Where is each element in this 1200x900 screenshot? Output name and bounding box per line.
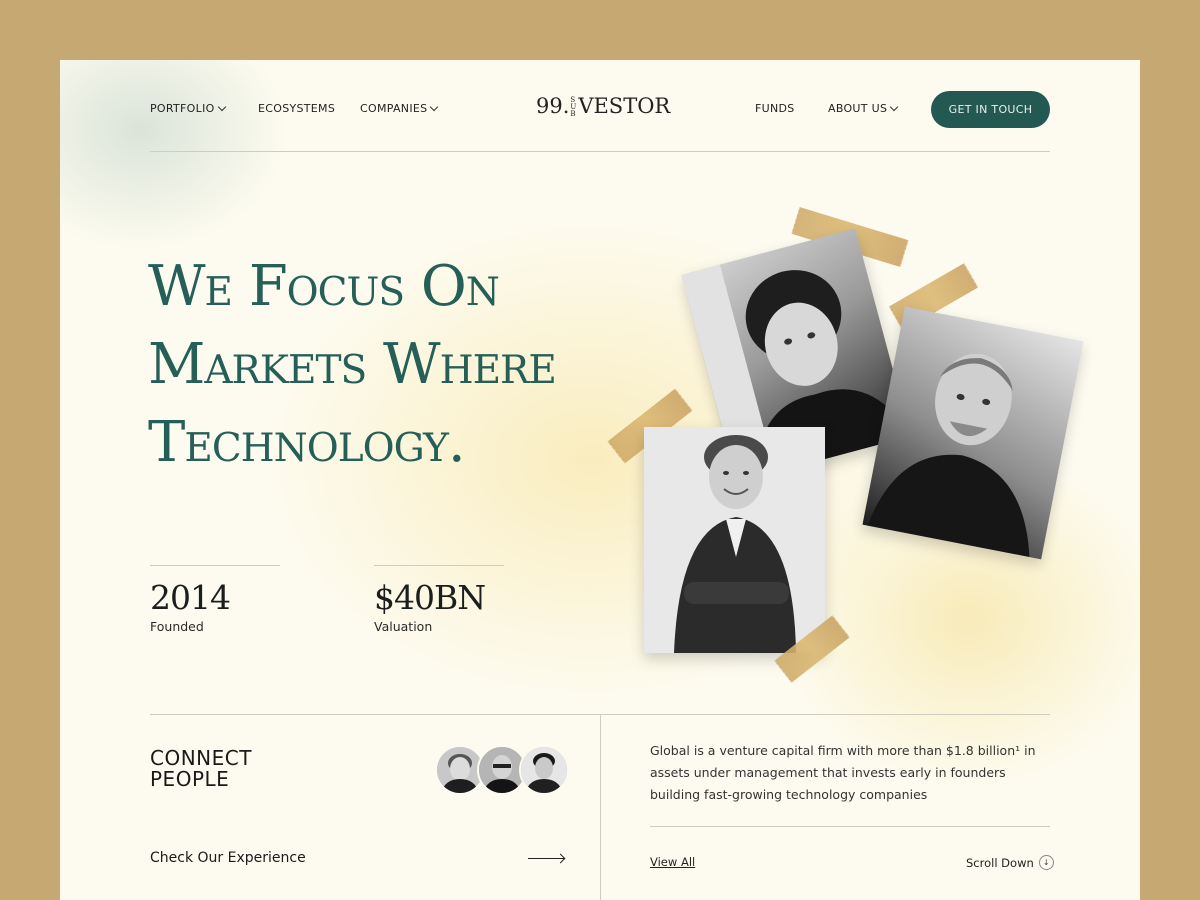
nav-ecosystems-label: ECOSYSTEMS — [258, 102, 336, 115]
check-experience-link[interactable]: Check Our Experience — [150, 850, 306, 866]
avatar-figure — [521, 747, 567, 793]
avatar[interactable] — [519, 745, 569, 795]
connect-title-line: CONNECT — [150, 746, 252, 770]
stat-divider — [374, 565, 504, 566]
stat-valuation-label: Valuation — [374, 619, 433, 634]
scroll-down-button[interactable]: Scroll Down ↓ — [966, 855, 1054, 870]
logo-sub-bot: B — [570, 110, 576, 118]
connect-people-title: CONNECT PEOPLE — [150, 748, 252, 790]
description-divider — [650, 826, 1050, 827]
nav-about-us-label: ABOUT US — [828, 102, 888, 115]
portrait-photo — [644, 427, 825, 653]
page-frame: PORTFOLIO ECOSYSTEMS COMPANIES 99. S U B… — [60, 60, 1140, 900]
connect-title-line: PEOPLE — [150, 767, 230, 791]
get-in-touch-button[interactable]: GET IN TOUCH — [931, 91, 1050, 128]
column-divider — [600, 715, 601, 900]
hero-heading: We Focus On Markets Where Technology. — [148, 248, 648, 482]
nav-funds-label: FUNDS — [755, 102, 795, 115]
stat-divider — [150, 565, 280, 566]
logo-suffix: VESTOR — [578, 94, 671, 118]
arrow-down-icon: ↓ — [1038, 855, 1054, 870]
nav-companies-label: COMPANIES — [360, 102, 428, 115]
portrait-figure — [674, 435, 796, 653]
hero-line: We Focus On — [148, 254, 500, 319]
stat-founded-label: Founded — [150, 619, 204, 634]
hero-line: Technology. — [148, 410, 466, 475]
nav-portfolio-label: PORTFOLIO — [150, 102, 215, 115]
nav-companies[interactable]: COMPANIES — [360, 102, 439, 115]
chevron-down-icon — [890, 102, 899, 112]
nav-ecosystems[interactable]: ECOSYSTEMS — [258, 102, 335, 115]
nav-portfolio[interactable]: PORTFOLIO — [150, 102, 226, 115]
nav-funds[interactable]: FUNDS — [755, 102, 795, 115]
arrow-right-icon[interactable] — [528, 858, 564, 860]
scroll-down-label: Scroll Down — [966, 855, 1034, 870]
chevron-down-icon — [217, 102, 226, 112]
chevron-down-icon — [430, 102, 439, 112]
avatar-group[interactable] — [435, 745, 569, 795]
stat-founded-value: 2014 — [150, 578, 231, 617]
header-divider — [150, 151, 1050, 152]
bg-glow — [60, 60, 300, 260]
view-all-link[interactable]: View All — [650, 855, 695, 869]
nav-about-us[interactable]: ABOUT US — [828, 102, 899, 115]
firm-description: Global is a venture capital firm with mo… — [650, 743, 1036, 802]
hero-line: Markets Where — [148, 332, 557, 397]
stat-valuation-value: $40BN — [374, 578, 486, 617]
logo-sub: S U B — [570, 97, 576, 118]
logo-prefix: 99. — [536, 94, 570, 118]
site-logo[interactable]: 99. S U B VESTOR — [536, 94, 670, 118]
